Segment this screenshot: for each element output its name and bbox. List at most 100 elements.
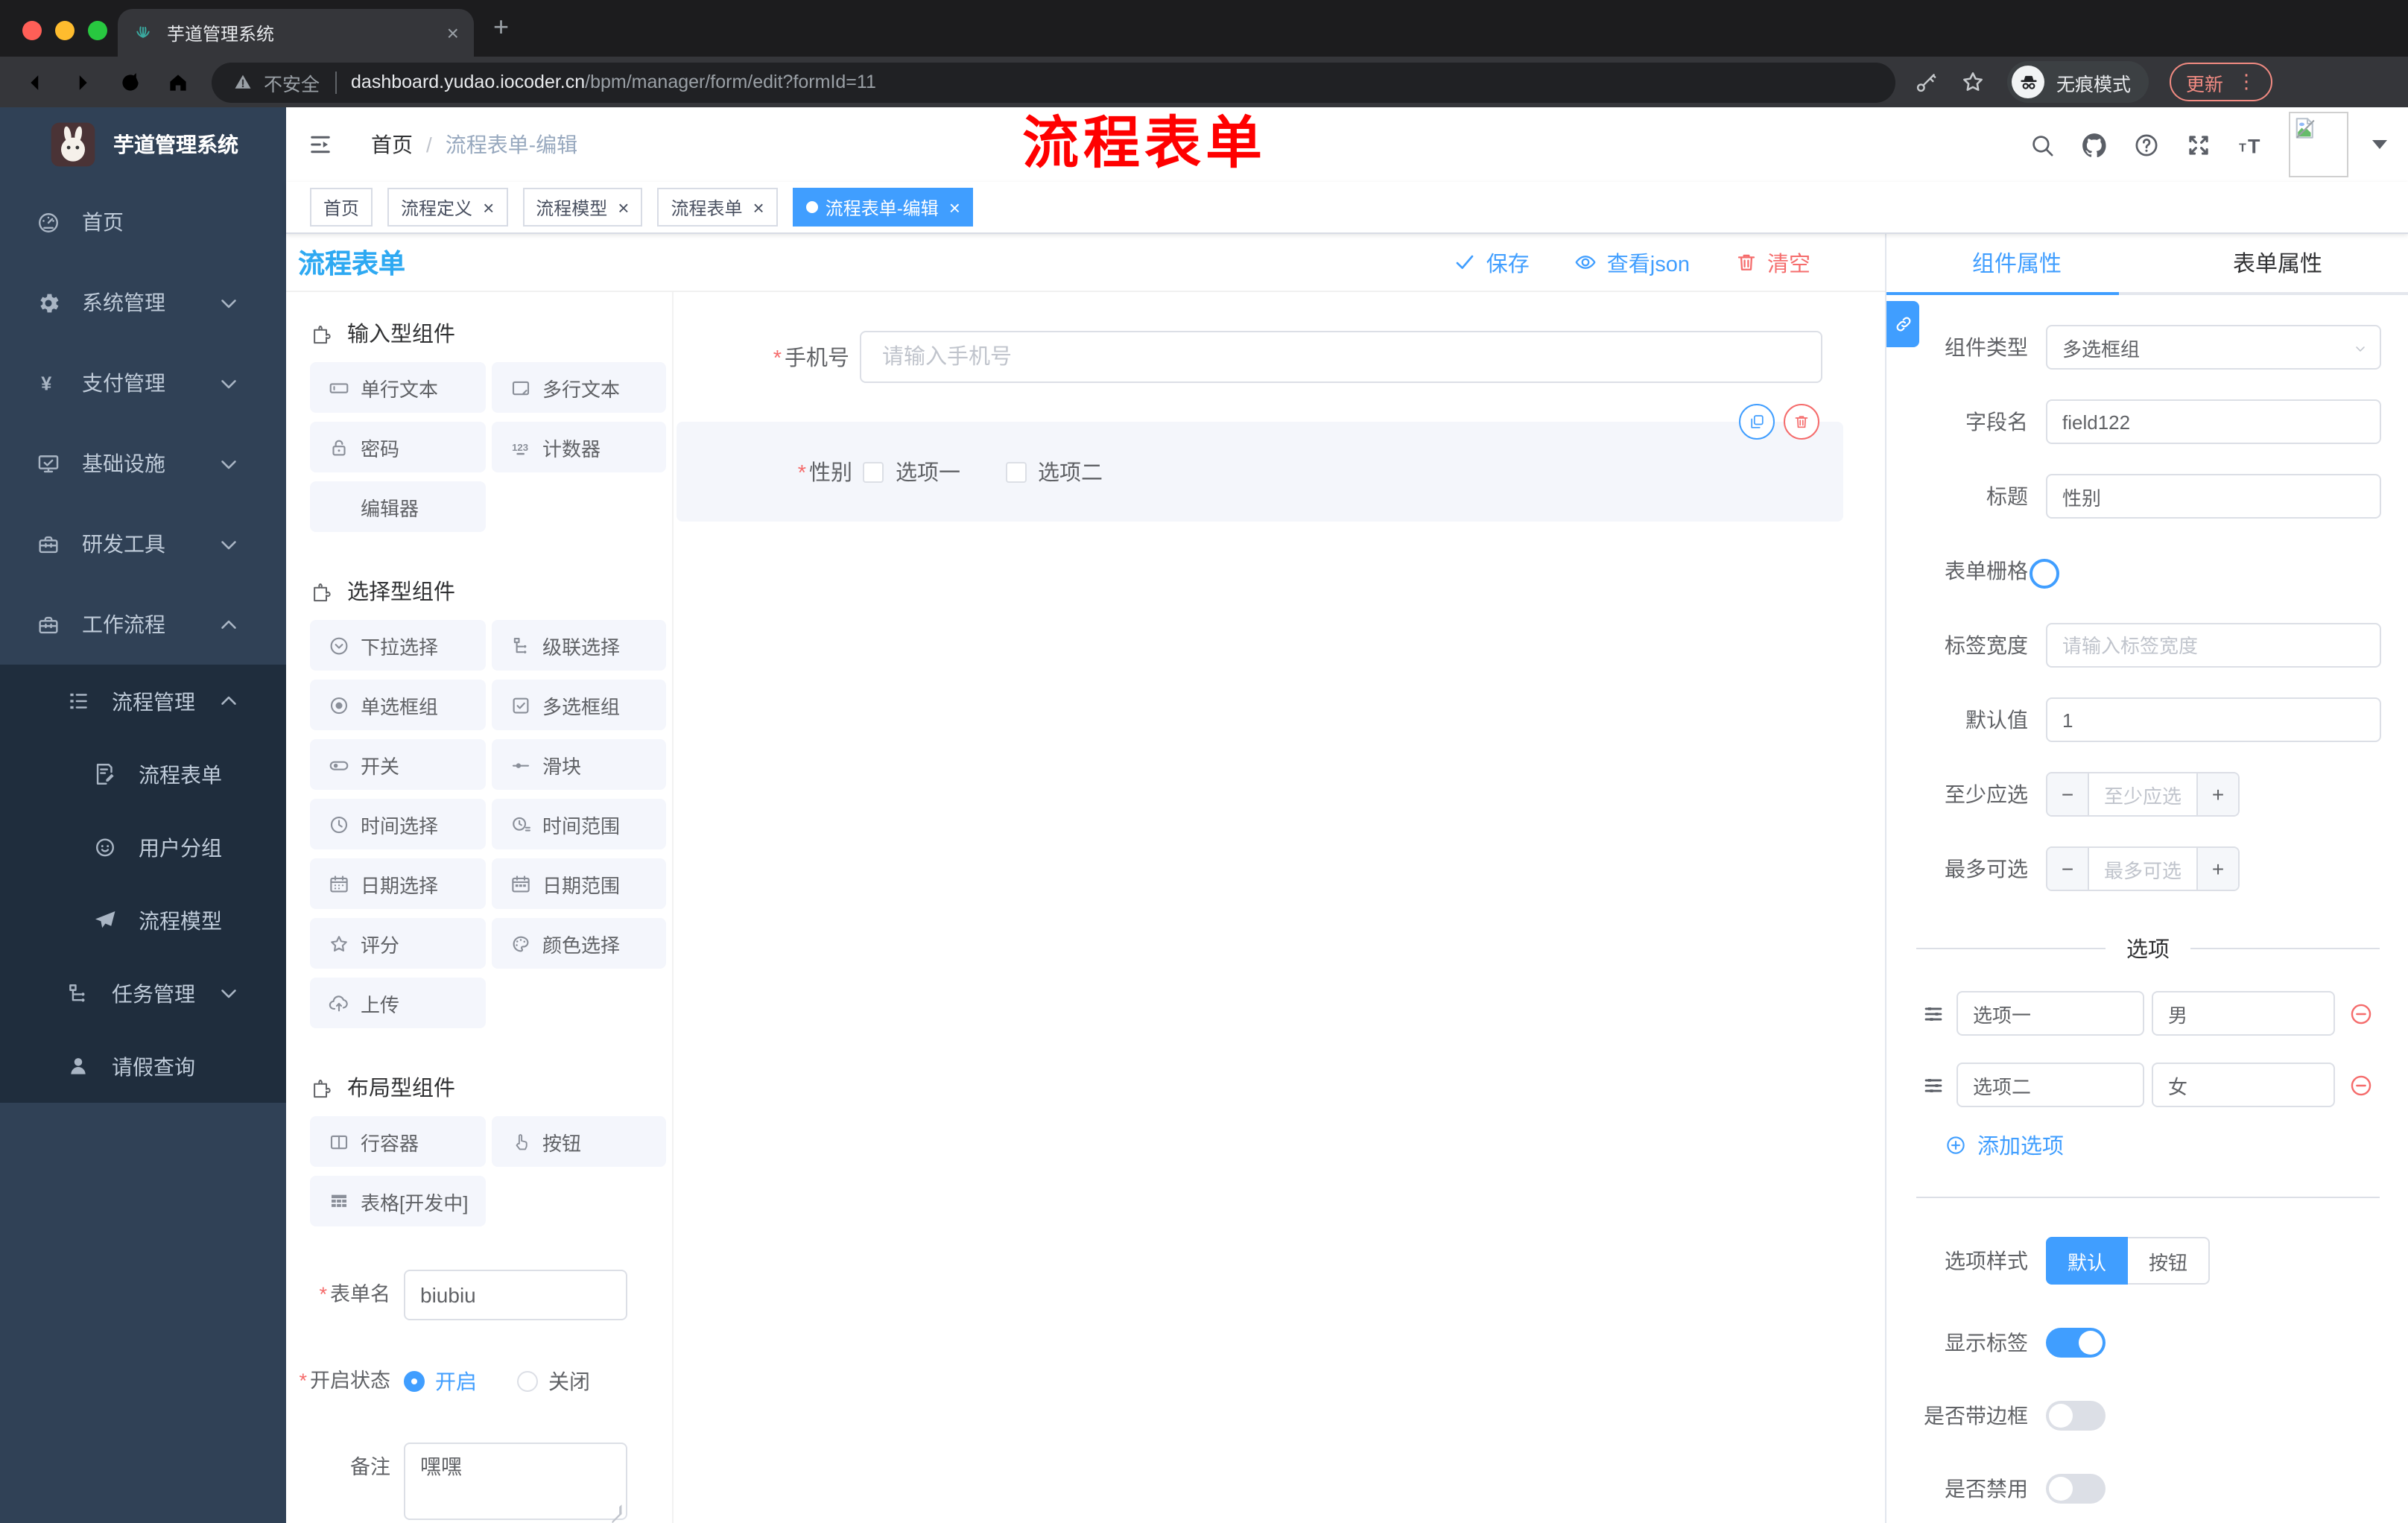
component-chip-upload[interactable]: 上传 (310, 978, 486, 1028)
tab-close-icon[interactable]: × (447, 22, 459, 43)
stepper-decrease-button[interactable]: − (2047, 773, 2089, 815)
sidebar-item-payment[interactable]: 支付管理 (0, 343, 286, 423)
tag-process-form-edit[interactable]: 流程表单-编辑 × (792, 188, 974, 227)
component-chip-date[interactable]: 日期选择 (310, 858, 486, 909)
tag-process-definition[interactable]: 流程定义 × (387, 188, 508, 227)
clear-button[interactable]: 清空 (1734, 247, 1810, 278)
sidebar-item-home[interactable]: 首页 (0, 182, 286, 262)
component-chip-time-range[interactable]: 时间范围 (492, 799, 666, 849)
show-label-switch[interactable] (2046, 1328, 2106, 1358)
min-select-value[interactable]: 至少应选 (2089, 773, 2196, 815)
sidebar-logo[interactable]: 芋道管理系统 (0, 107, 286, 182)
drag-handle-icon[interactable] (1921, 1001, 1946, 1026)
component-chip-table[interactable]: 表格[开发中] (310, 1176, 486, 1226)
delete-item-button[interactable] (1784, 404, 1819, 440)
default-value-input[interactable] (2046, 697, 2381, 742)
remark-textarea[interactable]: 嘿嘿 (404, 1443, 627, 1520)
avatar[interactable] (2289, 112, 2348, 177)
tag-process-form[interactable]: 流程表单 × (657, 188, 778, 227)
tag-process-model[interactable]: 流程模型 × (522, 188, 643, 227)
fullscreen-icon[interactable] (2184, 130, 2213, 159)
sidebar-item-process-form[interactable]: 流程表单 (0, 738, 286, 811)
reload-icon[interactable] (118, 69, 143, 95)
search-icon[interactable] (2028, 130, 2056, 159)
component-type-select[interactable] (2046, 325, 2381, 370)
add-option-button[interactable]: 添加选项 (1945, 1130, 2408, 1161)
checkbox-option-2[interactable]: 选项二 (1005, 456, 1103, 487)
forward-icon[interactable] (70, 69, 95, 95)
browser-tab[interactable]: 芋道管理系统 × (118, 9, 474, 57)
key-icon[interactable] (1913, 69, 1939, 95)
checkbox-box[interactable] (1005, 461, 1026, 482)
component-chip-switch[interactable]: 开关 (310, 739, 486, 790)
stepper-decrease-button[interactable]: − (2047, 848, 2089, 890)
sidebar-item-system[interactable]: 系统管理 (0, 262, 286, 343)
canvas-field-phone[interactable]: * 手机号 (674, 331, 1885, 383)
component-chip-password[interactable]: 密码 (310, 422, 486, 472)
help-icon[interactable] (2132, 130, 2161, 159)
checkbox-option-1[interactable]: 选项一 (863, 456, 960, 487)
form-canvas[interactable]: *手机号 *性别 选项一 (674, 292, 1885, 1523)
component-chip-color[interactable]: 颜色选择 (492, 918, 666, 969)
option-style-default-button[interactable]: 默认 (2046, 1237, 2128, 1285)
sidebar-item-process-mgmt[interactable]: 流程管理 (0, 665, 286, 738)
tag-close-icon[interactable]: × (618, 196, 629, 218)
breadcrumb-home[interactable]: 首页 (371, 130, 413, 159)
component-chip-cascader[interactable]: 级联选择 (492, 620, 666, 671)
component-chip-single-text[interactable]: 单行文本 (310, 362, 486, 413)
field-link-tab[interactable] (1886, 301, 1919, 347)
option-value-input[interactable] (2152, 991, 2335, 1036)
tag-close-icon[interactable]: × (949, 196, 960, 218)
update-button[interactable]: 更新 ⋮ (2170, 63, 2273, 101)
component-chip-checkbox-group[interactable]: 多选框组 (492, 680, 666, 730)
radio-status-on[interactable]: 开启 (404, 1367, 477, 1396)
sidebar-item-leave-query[interactable]: 请假查询 (0, 1030, 286, 1103)
title-input[interactable] (2046, 474, 2381, 519)
sidebar-item-user-group[interactable]: 用户分组 (0, 811, 286, 884)
tab-form-props[interactable]: 表单属性 (2147, 234, 2408, 292)
checkbox-box[interactable] (863, 461, 884, 482)
sidebar-item-task-mgmt[interactable]: 任务管理 (0, 957, 286, 1030)
tag-home[interactable]: 首页 (310, 188, 373, 227)
sidebar-fold-icon[interactable] (307, 131, 334, 158)
component-chip-radio-group[interactable]: 单选框组 (310, 680, 486, 730)
phone-input[interactable] (860, 331, 1822, 383)
github-icon[interactable] (2080, 130, 2108, 159)
remove-option-icon[interactable] (2348, 1072, 2374, 1098)
field-name-input[interactable] (2046, 399, 2381, 444)
menu-dots-icon[interactable]: ⋮ (2237, 70, 2256, 94)
component-chip-slider[interactable]: 滑块 (492, 739, 666, 790)
view-json-button[interactable]: 查看json (1574, 247, 1690, 278)
address-bar[interactable]: 不安全 dashboard.yudao.iocoder.cn/bpm/manag… (212, 62, 1895, 102)
tag-close-icon[interactable]: × (483, 196, 494, 218)
bookmark-star-icon[interactable] (1959, 69, 1986, 95)
component-chip-multi-text[interactable]: 多行文本 (492, 362, 666, 413)
save-button[interactable]: 保存 (1454, 247, 1530, 278)
stepper-increase-button[interactable]: + (2196, 848, 2238, 890)
component-chip-button[interactable]: 按钮 (492, 1116, 666, 1167)
stepper-increase-button[interactable]: + (2196, 773, 2238, 815)
sidebar-item-workflow[interactable]: 工作流程 (0, 584, 286, 665)
component-chip-rate[interactable]: 评分 (310, 918, 486, 969)
font-size-icon[interactable] (2237, 130, 2265, 159)
radio-status-off[interactable]: 关闭 (517, 1367, 590, 1396)
option-name-input[interactable] (1956, 991, 2144, 1036)
canvas-field-gender-selected[interactable]: * 性别 选项一 选项二 (677, 404, 1843, 522)
max-select-value[interactable]: 最多可选 (2089, 848, 2196, 890)
tab-component-props[interactable]: 组件属性 (1886, 234, 2147, 292)
drag-handle-icon[interactable] (1921, 1072, 1946, 1098)
sidebar-item-process-model[interactable]: 流程模型 (0, 884, 286, 957)
window-minimize-button[interactable] (55, 21, 75, 40)
label-width-input[interactable] (2046, 623, 2381, 668)
remove-option-icon[interactable] (2348, 1001, 2374, 1026)
window-zoom-button[interactable] (88, 21, 107, 40)
option-value-input[interactable] (2152, 1063, 2335, 1107)
tag-close-icon[interactable]: × (753, 196, 764, 218)
sidebar-item-devtools[interactable]: 研发工具 (0, 504, 286, 584)
home-icon[interactable] (165, 69, 191, 95)
new-tab-button[interactable]: + (493, 12, 509, 43)
component-chip-time[interactable]: 时间选择 (310, 799, 486, 849)
component-chip-select[interactable]: 下拉选择 (310, 620, 486, 671)
slider-handle[interactable] (2030, 559, 2059, 589)
sidebar-item-infra[interactable]: 基础设施 (0, 423, 286, 504)
